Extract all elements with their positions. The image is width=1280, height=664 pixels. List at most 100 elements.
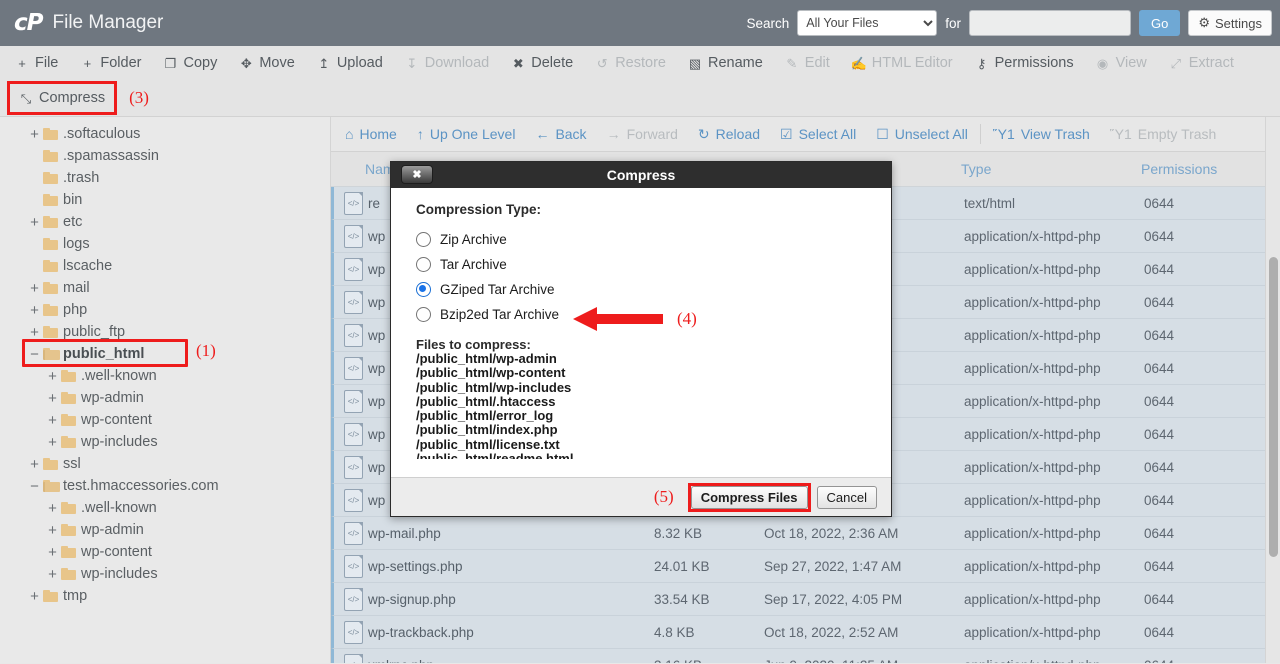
settings-button[interactable]: ⚙ Settings (1188, 10, 1272, 36)
tree-node-wp-admin[interactable]: +wp-admin (0, 519, 330, 541)
row-icon-cell: </> (334, 291, 368, 314)
table-row[interactable]: </>wp-settings.php24.01 KBSep 27, 2022, … (331, 550, 1280, 583)
toolbar-item-upload[interactable]: ↥Upload (306, 48, 394, 78)
header-permissions[interactable]: Permissions (1141, 161, 1231, 177)
forward-icon: → (607, 126, 621, 142)
expand-toggle-icon[interactable]: + (28, 456, 41, 473)
toolbar-item-move[interactable]: ✥Move (228, 48, 305, 78)
tree-node-public_ftp[interactable]: +public_ftp (0, 321, 330, 343)
filepane-select-all[interactable]: ☑Select All (770, 117, 866, 151)
tree-node-bin[interactable]: bin (0, 189, 330, 211)
file-type: text/html (964, 196, 1144, 211)
toolbar-item-label: Delete (531, 55, 573, 71)
expand-toggle-icon[interactable]: + (28, 324, 41, 341)
expand-toggle-icon[interactable]: + (28, 126, 41, 143)
file-last-modified: Sep 17, 2022, 4:05 PM (764, 592, 964, 607)
move-icon: ✥ (239, 56, 253, 70)
filepane-reload[interactable]: ↻Reload (688, 117, 770, 151)
tree-node-logs[interactable]: logs (0, 233, 330, 255)
expand-toggle-icon[interactable]: + (46, 544, 59, 561)
expand-toggle-icon[interactable]: + (46, 522, 59, 539)
tree-node-.well-known[interactable]: +.well-known (0, 365, 330, 387)
file-type: application/x-httpd-php (964, 460, 1144, 475)
toolbar-item-delete[interactable]: ✖Delete (500, 48, 584, 78)
cancel-button[interactable]: Cancel (817, 486, 877, 509)
file-size: 24.01 KB (654, 559, 764, 574)
toolbar-item-file[interactable]: +File (4, 48, 69, 78)
tree-node-wp-includes[interactable]: +wp-includes (0, 563, 330, 585)
expand-toggle-icon[interactable]: + (46, 390, 59, 407)
main-toolbar: +File+Folder❐Copy✥Move↥Upload↧Download✖D… (0, 46, 1280, 117)
toolbar-item-rename[interactable]: ▧Rename (677, 48, 774, 78)
tree-node-wp-includes[interactable]: +wp-includes (0, 431, 330, 453)
toolbar-item-folder[interactable]: +Folder (69, 48, 152, 78)
radio-button-icon[interactable] (416, 307, 431, 322)
filepane-view-trash[interactable]: Ὕ1View Trash (983, 117, 1100, 151)
tree-node-label: .spamassassin (63, 148, 159, 164)
tree-node-etc[interactable]: +etc (0, 211, 330, 233)
compress-dialog-title: Compress (607, 167, 675, 183)
tree-node-mail[interactable]: +mail (0, 277, 330, 299)
table-row[interactable]: </>wp-mail.php8.32 KBOct 18, 2022, 2:36 … (331, 517, 1280, 550)
tree-node-.well-known[interactable]: +.well-known (0, 497, 330, 519)
folder-icon (43, 238, 58, 250)
reload-icon: ↻ (698, 126, 710, 143)
table-row[interactable]: </>wp-signup.php33.54 KBSep 17, 2022, 4:… (331, 583, 1280, 616)
radio-option-tar-archive[interactable]: Tar Archive (416, 252, 891, 277)
radio-button-icon[interactable] (416, 232, 431, 247)
row-icon-cell: </> (334, 390, 368, 413)
expand-toggle-icon[interactable]: + (28, 302, 41, 319)
expand-toggle-icon[interactable]: + (46, 500, 59, 517)
tree-node-lscache[interactable]: lscache (0, 255, 330, 277)
tree-node-public_html[interactable]: −public_html (0, 343, 330, 365)
folder-icon (61, 568, 76, 580)
radio-button-icon[interactable] (416, 282, 431, 297)
tree-node-test.hmaccessories.com[interactable]: −test.hmaccessories.com (0, 475, 330, 497)
tree-node-wp-admin[interactable]: +wp-admin (0, 387, 330, 409)
expand-toggle-icon[interactable]: + (46, 368, 59, 385)
folder-icon (43, 194, 58, 206)
header-type[interactable]: Type (961, 161, 1141, 177)
expand-toggle-icon[interactable]: + (28, 280, 41, 297)
radio-option-gziped-tar-archive[interactable]: GZiped Tar Archive (416, 277, 891, 302)
toolbar-item-permissions[interactable]: ⚷Permissions (964, 48, 1085, 78)
table-row[interactable]: </>xmlrpc.php3.16 KBJun 9, 2020, 11:25 A… (331, 649, 1280, 663)
compress-files-button[interactable]: Compress Files (691, 486, 808, 509)
filepane-back[interactable]: ←Back (525, 117, 596, 151)
php-file-icon: </> (344, 522, 363, 545)
tree-node-.softaculous[interactable]: +.softaculous (0, 123, 330, 145)
radio-option-zip-archive[interactable]: Zip Archive (416, 227, 891, 252)
close-icon[interactable]: ✖ (401, 165, 433, 184)
search-go-button[interactable]: Go (1139, 10, 1180, 36)
tree-node-wp-content[interactable]: +wp-content (0, 409, 330, 431)
tree-node-label: ssl (63, 456, 81, 472)
filepane-unselect-all[interactable]: ☐Unselect All (866, 117, 978, 151)
toolbar-item-label: Rename (708, 55, 763, 71)
collapse-toggle-icon[interactable]: − (28, 346, 41, 363)
upload-icon: ↥ (317, 56, 331, 70)
filepane-up-one-level[interactable]: ↑Up One Level (407, 117, 526, 151)
toolbar-item-copy[interactable]: ❐Copy (152, 48, 228, 78)
collapse-toggle-icon[interactable]: − (28, 478, 41, 495)
tree-node-tmp[interactable]: +tmp (0, 585, 330, 607)
expand-toggle-icon[interactable]: + (46, 434, 59, 451)
search-input[interactable] (969, 10, 1131, 36)
file-type: application/x-httpd-php (964, 625, 1144, 640)
expand-toggle-icon[interactable]: + (46, 412, 59, 429)
expand-toggle-icon[interactable]: + (28, 588, 41, 605)
compress-button[interactable]: ⤡ Compress (7, 81, 117, 115)
tree-node-.trash[interactable]: .trash (0, 167, 330, 189)
expand-toggle-icon[interactable]: + (28, 214, 41, 231)
tree-node-label: wp-content (81, 544, 152, 560)
tree-node-php[interactable]: +php (0, 299, 330, 321)
expand-toggle-icon[interactable]: + (46, 566, 59, 583)
vertical-scrollbar-thumb[interactable] (1269, 257, 1278, 557)
tree-node-ssl[interactable]: + ssl (0, 453, 330, 475)
radio-button-icon[interactable] (416, 257, 431, 272)
row-icon-cell: </> (334, 489, 368, 512)
tree-node-wp-content[interactable]: + wp-content (0, 541, 330, 563)
tree-node-.spamassassin[interactable]: .spamassassin (0, 145, 330, 167)
search-scope-select[interactable]: All Your Files (797, 10, 937, 36)
table-row[interactable]: </>wp-trackback.php4.8 KBOct 18, 2022, 2… (331, 616, 1280, 649)
filepane-home[interactable]: ⌂Home (335, 117, 407, 151)
